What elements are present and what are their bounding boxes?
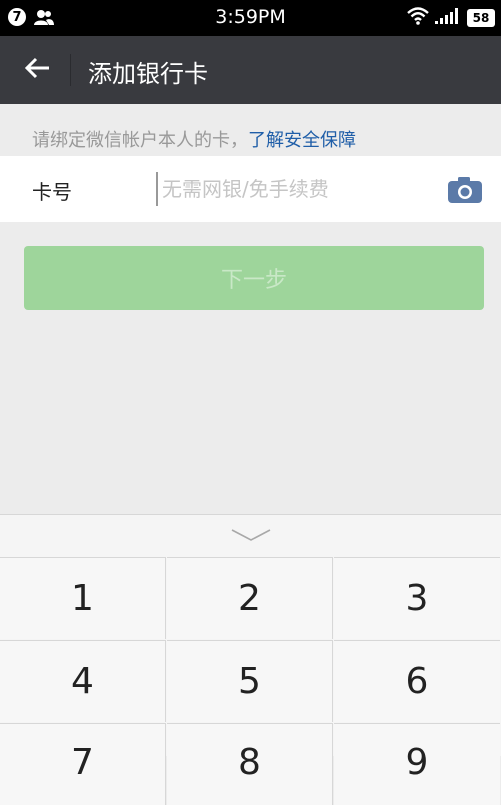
card-number-row: 卡号 — [0, 156, 501, 222]
key-3[interactable]: 3 — [334, 557, 500, 639]
nav-bar: 添加银行卡 — [0, 36, 501, 104]
page-title: 添加银行卡 — [88, 60, 208, 88]
back-arrow-icon — [24, 57, 50, 83]
battery-indicator: 58 — [467, 9, 495, 27]
key-5[interactable]: 5 — [167, 640, 333, 722]
camera-icon — [448, 177, 482, 207]
nav-divider — [70, 54, 71, 86]
numeric-keyboard: 1 2 3 4 5 6 7 8 9 — [0, 514, 501, 805]
key-1[interactable]: 1 — [0, 557, 166, 639]
status-right: 58 — [407, 7, 495, 29]
security-info-link[interactable]: 了解安全保障 — [248, 130, 356, 151]
binding-hint: 请绑定微信帐户本人的卡，了解安全保障 — [32, 126, 356, 152]
key-9[interactable]: 9 — [334, 723, 500, 805]
key-6[interactable]: 6 — [334, 640, 500, 722]
back-button[interactable] — [16, 50, 58, 90]
signal-icon — [435, 7, 461, 29]
binding-hint-text: 请绑定微信帐户本人的卡， — [32, 130, 248, 151]
key-8[interactable]: 8 — [167, 723, 333, 805]
status-bar: 7 3:59PM 58 — [0, 0, 501, 36]
key-7[interactable]: 7 — [0, 723, 166, 805]
keyboard-collapse-button[interactable] — [0, 515, 501, 557]
key-2[interactable]: 2 — [167, 557, 333, 639]
wifi-icon — [407, 7, 429, 29]
chevron-down-icon — [231, 527, 271, 546]
card-number-input[interactable] — [156, 172, 432, 206]
next-step-button[interactable]: 下一步 — [24, 246, 484, 310]
key-4[interactable]: 4 — [0, 640, 166, 722]
card-number-label: 卡号 — [32, 180, 72, 204]
camera-scan-button[interactable] — [448, 177, 482, 203]
